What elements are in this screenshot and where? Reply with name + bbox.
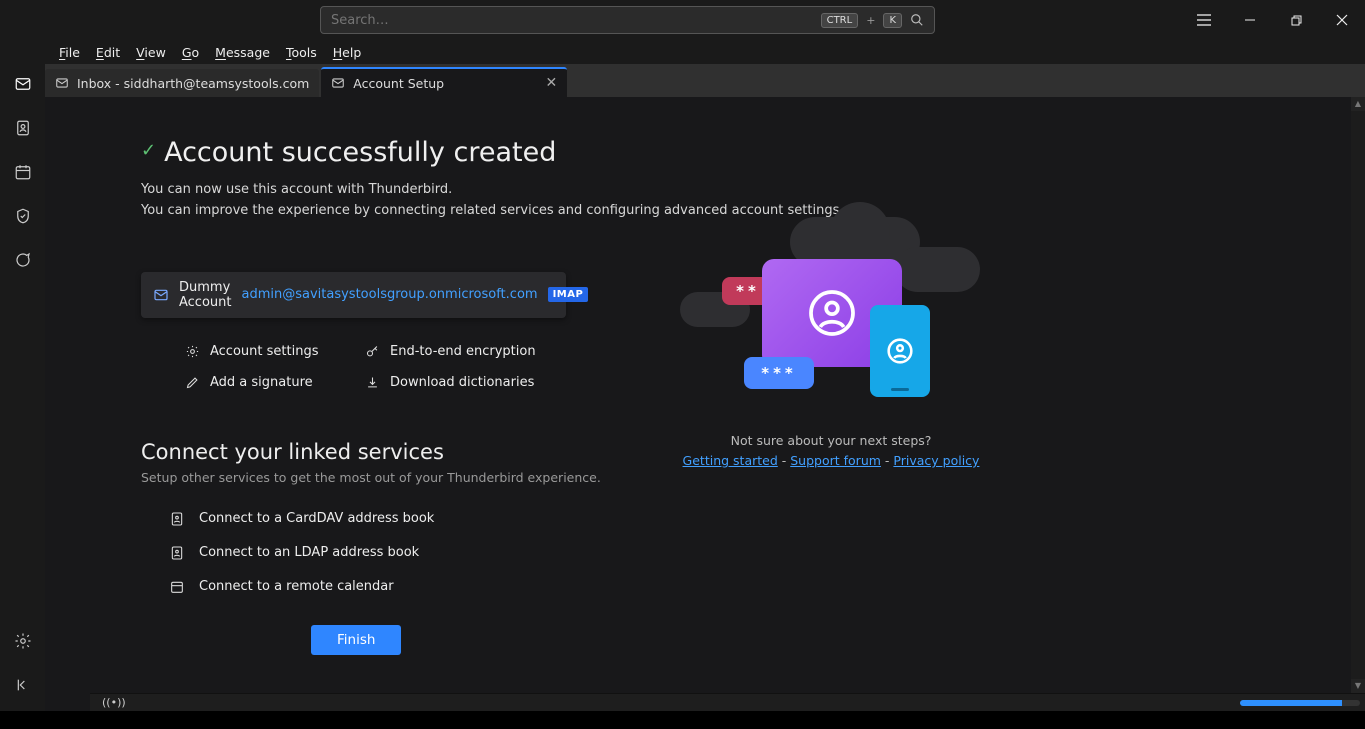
sidebar-settings-icon[interactable] [5, 623, 41, 659]
account-name: Dummy Account [179, 280, 232, 310]
kbd-plus: + [866, 14, 875, 27]
pencil-icon [185, 375, 200, 390]
tab-inbox[interactable]: Inbox - siddharth@teamsystools.com [45, 69, 319, 97]
scroll-up-icon[interactable]: ▲ [1351, 97, 1365, 111]
page-title: ✓ Account successfully created [141, 137, 1365, 168]
help-question: Not sure about your next steps? [681, 431, 981, 451]
global-search[interactable]: CTRL + K [320, 6, 935, 34]
sidebar-collapse-icon[interactable] [5, 667, 41, 703]
scroll-down-icon[interactable]: ▼ [1351, 679, 1365, 693]
account-mail-icon [153, 287, 169, 303]
connection-status-icon[interactable]: ((•)) [102, 696, 126, 709]
service-remote-calendar[interactable]: Connect to a remote calendar [169, 579, 1365, 595]
action-add-signature[interactable]: Add a signature [185, 375, 365, 390]
address-book-icon [169, 511, 185, 527]
progress-bar [1240, 700, 1360, 706]
menu-tools[interactable]: Tools [279, 43, 324, 62]
sidebar-address-book-icon[interactable] [5, 110, 41, 146]
checkmark-icon: ✓ [141, 140, 156, 161]
minimize-button[interactable] [1227, 0, 1273, 40]
tab-inbox-label: Inbox - siddharth@teamsystools.com [77, 76, 309, 91]
action-e2e-encryption[interactable]: End-to-end encryption [365, 344, 565, 359]
protocol-badge: IMAP [548, 287, 589, 302]
menu-view[interactable]: View [129, 43, 173, 62]
close-tab-icon[interactable]: ✕ [546, 75, 558, 91]
linked-services-subtext: Setup other services to get the most out… [141, 470, 1365, 485]
main-panel: Inbox - siddharth@teamsystools.com Accou… [45, 64, 1365, 711]
menu-go[interactable]: Go [175, 43, 206, 62]
service-carddav[interactable]: Connect to a CardDAV address book [169, 511, 1365, 527]
illustration: ** *** [680, 217, 980, 417]
menu-edit[interactable]: Edit [89, 43, 127, 62]
menu-bar: File Edit View Go Message Tools Help [0, 40, 1365, 64]
download-icon [365, 375, 380, 390]
calendar-icon [169, 579, 185, 595]
link-getting-started[interactable]: Getting started [683, 453, 778, 468]
tab-account-setup[interactable]: Account Setup ✕ [321, 67, 567, 97]
spaces-toolbar [0, 64, 45, 711]
page-subtitle: You can now use this account with Thunde… [141, 180, 1365, 222]
service-ldap[interactable]: Connect to an LDAP address book [169, 545, 1365, 561]
help-block: Not sure about your next steps? Getting … [681, 431, 981, 471]
kbd-ctrl: CTRL [821, 13, 859, 28]
status-bar: ((•)) [90, 693, 1365, 711]
account-setup-content: ✓ Account successfully created You can n… [45, 97, 1365, 711]
sidebar-mail-icon[interactable] [5, 66, 41, 102]
hamburger-menu-icon[interactable] [1181, 0, 1227, 40]
kbd-k: K [883, 13, 902, 28]
action-download-dictionaries[interactable]: Download dictionaries [365, 375, 565, 390]
mail-icon [331, 76, 345, 90]
account-email: admin@savitasystoolsgroup.onmicrosoft.co… [242, 287, 538, 302]
key-icon [365, 344, 380, 359]
vertical-scrollbar[interactable]: ▲ ▼ [1351, 97, 1365, 693]
account-summary-chip: Dummy Account admin@savitasystoolsgroup.… [141, 272, 566, 318]
sidebar-calendar-icon[interactable] [5, 154, 41, 190]
action-account-settings[interactable]: Account settings [185, 344, 365, 359]
close-button[interactable] [1319, 0, 1365, 40]
sidebar-chat-icon[interactable] [5, 242, 41, 278]
search-input[interactable] [331, 13, 813, 28]
address-book-icon [169, 545, 185, 561]
menu-message[interactable]: Message [208, 43, 277, 62]
link-privacy-policy[interactable]: Privacy policy [893, 453, 979, 468]
finish-button[interactable]: Finish [311, 625, 401, 655]
menu-help[interactable]: Help [326, 43, 369, 62]
search-icon[interactable] [910, 13, 924, 27]
sidebar-tasks-icon[interactable] [5, 198, 41, 234]
maximize-button[interactable] [1273, 0, 1319, 40]
inbox-icon [55, 76, 69, 90]
tab-strip: Inbox - siddharth@teamsystools.com Accou… [45, 64, 1365, 97]
link-support-forum[interactable]: Support forum [790, 453, 881, 468]
gear-icon [185, 344, 200, 359]
tab-setup-label: Account Setup [353, 76, 444, 91]
menu-file[interactable]: File [52, 43, 87, 62]
title-bar: CTRL + K [0, 0, 1365, 40]
